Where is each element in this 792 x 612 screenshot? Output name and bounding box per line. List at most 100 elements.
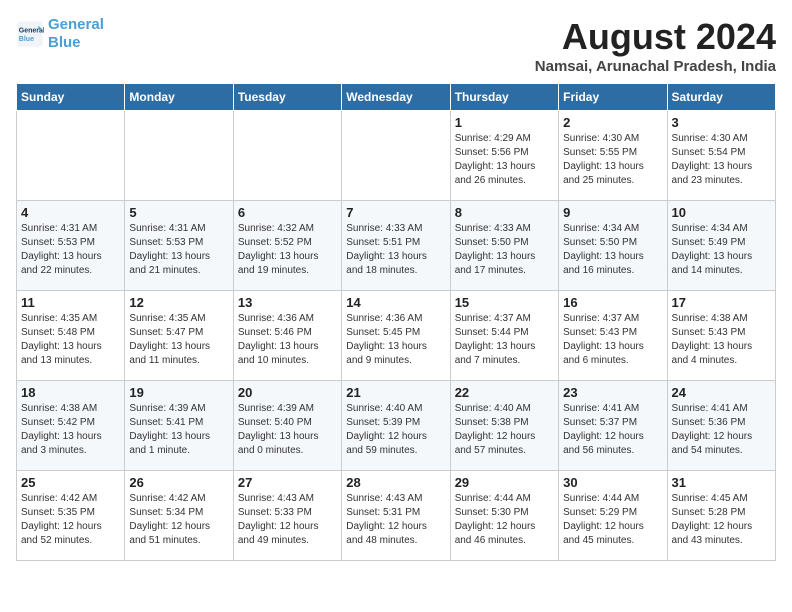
day-info: Sunrise: 4:43 AM Sunset: 5:33 PM Dayligh… — [238, 492, 337, 548]
day-number: 19 — [129, 385, 228, 400]
day-number: 4 — [21, 205, 120, 220]
day-info: Sunrise: 4:37 AM Sunset: 5:44 PM Dayligh… — [455, 312, 554, 368]
calendar-cell: 1 Sunrise: 4:29 AM Sunset: 5:56 PM Daylig… — [450, 111, 558, 201]
day-number: 22 — [455, 385, 554, 400]
calendar-cell: 3Sunrise: 4:30 AM Sunset: 5:54 PM Daylig… — [667, 111, 775, 201]
calendar-cell: 29 Sunrise: 4:44 AM Sunset: 5:30 PM Dayli… — [450, 471, 558, 561]
day-info: Sunrise: 4:30 AM Sunset: 5:55 PM Dayligh… — [563, 132, 662, 188]
day-info: Sunrise: 4:34 AM Sunset: 5:49 PM Dayligh… — [672, 222, 771, 278]
page-header: General Blue GeneralBlue August 2024 Nam… — [16, 16, 776, 75]
day-info: Sunrise: 4:41 AM Sunset: 5:37 PM Dayligh… — [563, 402, 662, 458]
calendar-cell — [125, 111, 233, 201]
day-number: 13 — [238, 295, 337, 310]
calendar-cell: 30Sunrise: 4:44 AM Sunset: 5:29 PM Dayli… — [559, 471, 667, 561]
calendar-cell: 4Sunrise: 4:31 AM Sunset: 5:53 PM Daylig… — [17, 201, 125, 291]
day-info: Sunrise: 4:32 AM Sunset: 5:52 PM Dayligh… — [238, 222, 337, 278]
day-number: 8 — [455, 205, 554, 220]
calendar-week-5: 25 Sunrise: 4:42 AM Sunset: 5:35 PM Dayli… — [17, 471, 776, 561]
main-title: August 2024 — [535, 16, 776, 58]
day-info: Sunrise: 4:42 AM Sunset: 5:34 PM Dayligh… — [129, 492, 228, 548]
day-number: 21 — [346, 385, 445, 400]
day-info: Sunrise: 4:35 AM Sunset: 5:47 PM Dayligh… — [129, 312, 228, 368]
day-info: Sunrise: 4:38 AM Sunset: 5:43 PM Dayligh… — [672, 312, 771, 368]
calendar-cell: 7 Sunrise: 4:33 AM Sunset: 5:51 PM Daylig… — [342, 201, 450, 291]
day-info: Sunrise: 4:43 AM Sunset: 5:31 PM Dayligh… — [346, 492, 445, 548]
calendar-cell: 21 Sunrise: 4:40 AM Sunset: 5:39 PM Dayli… — [342, 381, 450, 471]
calendar-cell: 2 Sunrise: 4:30 AM Sunset: 5:55 PM Daylig… — [559, 111, 667, 201]
calendar-body: 1 Sunrise: 4:29 AM Sunset: 5:56 PM Daylig… — [17, 111, 776, 561]
calendar-cell: 10Sunrise: 4:34 AM Sunset: 5:49 PM Dayli… — [667, 201, 775, 291]
day-number: 20 — [238, 385, 337, 400]
logo-icon: General Blue — [16, 20, 44, 48]
day-info: Sunrise: 4:33 AM Sunset: 5:51 PM Dayligh… — [346, 222, 445, 278]
calendar-cell — [17, 111, 125, 201]
calendar-cell: 15 Sunrise: 4:37 AM Sunset: 5:44 PM Dayli… — [450, 291, 558, 381]
calendar-table: SundayMondayTuesdayWednesdayThursdayFrid… — [16, 83, 776, 561]
calendar-cell: 13 Sunrise: 4:36 AM Sunset: 5:46 PM Dayli… — [233, 291, 341, 381]
calendar-cell: 19 Sunrise: 4:39 AM Sunset: 5:41 PM Dayli… — [125, 381, 233, 471]
day-info: Sunrise: 4:39 AM Sunset: 5:40 PM Dayligh… — [238, 402, 337, 458]
day-info: Sunrise: 4:30 AM Sunset: 5:54 PM Dayligh… — [672, 132, 771, 188]
calendar-cell: 16 Sunrise: 4:37 AM Sunset: 5:43 PM Dayli… — [559, 291, 667, 381]
day-number: 31 — [672, 475, 771, 490]
day-info: Sunrise: 4:29 AM Sunset: 5:56 PM Dayligh… — [455, 132, 554, 188]
day-number: 23 — [563, 385, 662, 400]
logo-text: GeneralBlue — [48, 16, 104, 52]
calendar-cell: 28 Sunrise: 4:43 AM Sunset: 5:31 PM Dayli… — [342, 471, 450, 561]
logo: General Blue GeneralBlue — [16, 16, 104, 52]
svg-text:Blue: Blue — [19, 36, 34, 43]
calendar-cell: 8 Sunrise: 4:33 AM Sunset: 5:50 PM Daylig… — [450, 201, 558, 291]
day-number: 11 — [21, 295, 120, 310]
day-number: 12 — [129, 295, 228, 310]
calendar-header-thursday: Thursday — [450, 84, 558, 111]
day-info: Sunrise: 4:39 AM Sunset: 5:41 PM Dayligh… — [129, 402, 228, 458]
day-number: 9 — [563, 205, 662, 220]
day-number: 25 — [21, 475, 120, 490]
day-info: Sunrise: 4:36 AM Sunset: 5:45 PM Dayligh… — [346, 312, 445, 368]
day-number: 15 — [455, 295, 554, 310]
day-info: Sunrise: 4:42 AM Sunset: 5:35 PM Dayligh… — [21, 492, 120, 548]
day-info: Sunrise: 4:38 AM Sunset: 5:42 PM Dayligh… — [21, 402, 120, 458]
calendar-cell: 9 Sunrise: 4:34 AM Sunset: 5:50 PM Daylig… — [559, 201, 667, 291]
calendar-week-1: 1 Sunrise: 4:29 AM Sunset: 5:56 PM Daylig… — [17, 111, 776, 201]
day-info: Sunrise: 4:44 AM Sunset: 5:29 PM Dayligh… — [563, 492, 662, 548]
day-number: 1 — [455, 115, 554, 130]
calendar-header-sunday: Sunday — [17, 84, 125, 111]
day-info: Sunrise: 4:34 AM Sunset: 5:50 PM Dayligh… — [563, 222, 662, 278]
day-info: Sunrise: 4:35 AM Sunset: 5:48 PM Dayligh… — [21, 312, 120, 368]
calendar-cell — [233, 111, 341, 201]
day-info: Sunrise: 4:33 AM Sunset: 5:50 PM Dayligh… — [455, 222, 554, 278]
calendar-cell: 11 Sunrise: 4:35 AM Sunset: 5:48 PM Dayli… — [17, 291, 125, 381]
day-number: 6 — [238, 205, 337, 220]
day-number: 28 — [346, 475, 445, 490]
day-info: Sunrise: 4:40 AM Sunset: 5:39 PM Dayligh… — [346, 402, 445, 458]
subtitle: Namsai, Arunachal Pradesh, India — [535, 58, 776, 75]
calendar-cell: 6 Sunrise: 4:32 AM Sunset: 5:52 PM Daylig… — [233, 201, 341, 291]
day-info: Sunrise: 4:36 AM Sunset: 5:46 PM Dayligh… — [238, 312, 337, 368]
day-info: Sunrise: 4:41 AM Sunset: 5:36 PM Dayligh… — [672, 402, 771, 458]
day-info: Sunrise: 4:37 AM Sunset: 5:43 PM Dayligh… — [563, 312, 662, 368]
calendar-header-friday: Friday — [559, 84, 667, 111]
day-number: 7 — [346, 205, 445, 220]
calendar-cell: 23 Sunrise: 4:41 AM Sunset: 5:37 PM Dayli… — [559, 381, 667, 471]
day-number: 24 — [672, 385, 771, 400]
calendar-cell: 17 Sunrise: 4:38 AM Sunset: 5:43 PM Dayli… — [667, 291, 775, 381]
calendar-header-row: SundayMondayTuesdayWednesdayThursdayFrid… — [17, 84, 776, 111]
calendar-cell: 27 Sunrise: 4:43 AM Sunset: 5:33 PM Dayli… — [233, 471, 341, 561]
calendar-cell — [342, 111, 450, 201]
day-number: 2 — [563, 115, 662, 130]
day-number: 17 — [672, 295, 771, 310]
day-number: 16 — [563, 295, 662, 310]
calendar-cell: 20 Sunrise: 4:39 AM Sunset: 5:40 PM Dayli… — [233, 381, 341, 471]
day-number: 18 — [21, 385, 120, 400]
calendar-week-2: 4Sunrise: 4:31 AM Sunset: 5:53 PM Daylig… — [17, 201, 776, 291]
day-number: 29 — [455, 475, 554, 490]
calendar-cell: 22Sunrise: 4:40 AM Sunset: 5:38 PM Dayli… — [450, 381, 558, 471]
calendar-header-saturday: Saturday — [667, 84, 775, 111]
calendar-week-3: 11 Sunrise: 4:35 AM Sunset: 5:48 PM Dayli… — [17, 291, 776, 381]
day-number: 27 — [238, 475, 337, 490]
day-info: Sunrise: 4:44 AM Sunset: 5:30 PM Dayligh… — [455, 492, 554, 548]
day-number: 14 — [346, 295, 445, 310]
calendar-header-monday: Monday — [125, 84, 233, 111]
day-info: Sunrise: 4:45 AM Sunset: 5:28 PM Dayligh… — [672, 492, 771, 548]
